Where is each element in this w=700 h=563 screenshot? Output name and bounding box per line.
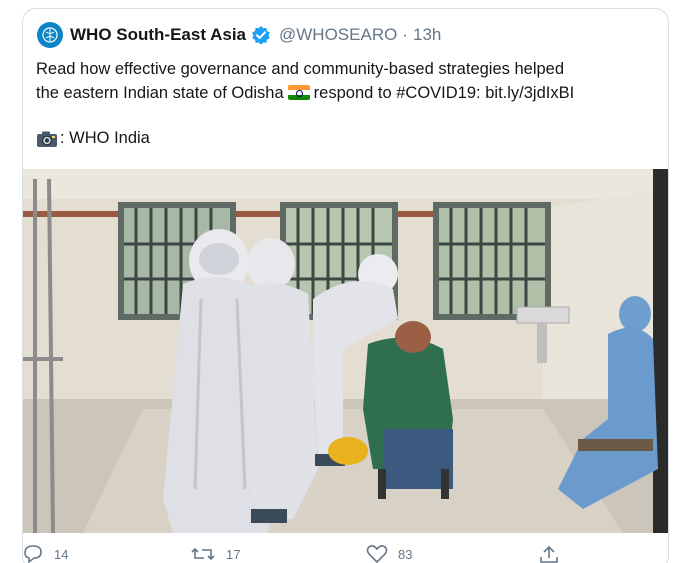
tweet-text-segment: respond to	[313, 84, 392, 102]
tweet-header: WHO South-East Asia @WHOSEARO · 13h	[37, 21, 441, 49]
retweet-icon	[191, 547, 215, 561]
share-button[interactable]	[538, 544, 570, 563]
url-link[interactable]: bit.ly/3jdIxBI	[485, 84, 574, 102]
author-name[interactable]: WHO South-East Asia	[70, 25, 246, 45]
reply-count: 14	[54, 546, 69, 562]
heart-icon	[366, 545, 388, 563]
window	[433, 202, 551, 320]
india-flag-icon	[287, 85, 310, 100]
tweet-actions: 14 17 83	[0, 544, 700, 563]
tweet-timestamp[interactable]: 13h	[413, 25, 441, 45]
author-handle[interactable]: @WHOSEARO	[279, 25, 397, 45]
separator-dot: ·	[402, 25, 408, 44]
camera-icon	[36, 130, 58, 148]
retweet-button[interactable]: 17	[190, 544, 240, 563]
tweet-photo[interactable]	[23, 169, 668, 533]
tweet-text-segment: the eastern Indian state of Odisha	[36, 84, 284, 102]
retweet-count: 17	[226, 546, 241, 562]
tweet-text: Read how effective governance and commun…	[36, 57, 661, 105]
like-button[interactable]: 83	[366, 544, 412, 563]
who-logo-icon[interactable]	[37, 22, 63, 48]
colon: :	[476, 84, 481, 102]
tweet-text-line-1: Read how effective governance and commun…	[36, 60, 565, 78]
tweet-card[interactable]: WHO South-East Asia @WHOSEARO · 13h Read…	[22, 8, 669, 563]
reply-icon	[24, 545, 42, 563]
share-icon	[540, 545, 558, 563]
reply-button[interactable]: 14	[22, 544, 68, 563]
credit-text: : WHO India	[60, 129, 150, 147]
verified-badge-icon	[251, 25, 271, 45]
tweet-text-line-2: the eastern Indian state of Odisha respon…	[36, 81, 661, 105]
photo-credit: : WHO India	[36, 129, 150, 148]
hashtag-link[interactable]: #COVID19	[396, 84, 476, 102]
like-count: 83	[398, 546, 413, 562]
